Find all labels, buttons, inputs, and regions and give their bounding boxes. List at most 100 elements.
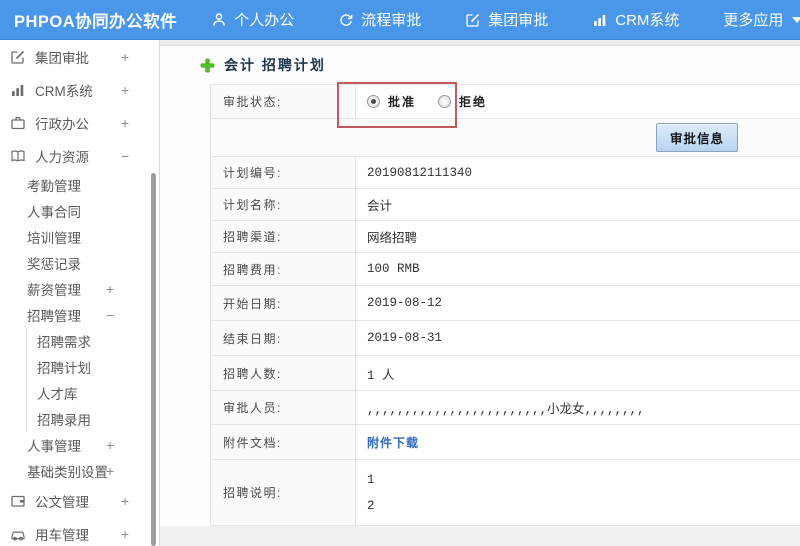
row-recruitment-channel: 招聘渠道: 网络招聘	[210, 220, 800, 253]
sidebar-item-recruitment-demand[interactable]: 招聘需求	[0, 328, 159, 354]
collapse-toggle[interactable]: −	[106, 307, 114, 323]
sidebar-item-label: 行政办公	[35, 116, 89, 132]
sidebar-item-document-mgmt[interactable]: 公文管理 +	[0, 484, 159, 517]
sidebar-item-recruitment-plan[interactable]: 招聘计划	[0, 354, 159, 380]
row-attachment: 附件文档: 附件下载	[210, 424, 800, 460]
field-value: 20190812111340	[355, 156, 800, 189]
radio-reject[interactable]: 拒绝	[438, 93, 487, 110]
sidebar-item-label: CRM系统	[35, 83, 93, 99]
app-header: PHPOA协同办公软件 个人办公 流程审批 集团审批 CRM系统 更多应用	[0, 0, 800, 40]
row-approvers: 审批人员: ,,,,,,,,,,,,,,,,,,,,,,,,小龙女,,,,,,,…	[210, 390, 800, 425]
nav-more-apps[interactable]: 更多应用	[723, 9, 800, 30]
sidebar-item-label: 薪资管理	[27, 283, 81, 298]
sidebar-item-label: 人才库	[37, 387, 78, 402]
sidebar-item-vehicle-mgmt[interactable]: 用车管理 +	[0, 517, 159, 546]
field-label: 审批状态:	[210, 84, 356, 119]
sidebar-item-talent-pool[interactable]: 人才库	[0, 380, 159, 406]
expand-toggle[interactable]: +	[106, 281, 114, 297]
app-logo: PHPOA协同办公软件	[14, 12, 178, 31]
sidebar-item-recruitment-mgmt[interactable]: 招聘管理 −	[0, 302, 159, 328]
sidebar-item-reward-punishment[interactable]: 奖惩记录	[0, 250, 159, 276]
field-label: 招聘费用:	[210, 252, 356, 286]
nav-crm-system[interactable]: CRM系统	[592, 9, 679, 30]
plus-icon[interactable]	[200, 58, 215, 73]
field-value: 网络招聘	[355, 220, 800, 253]
collapse-toggle[interactable]: −	[121, 148, 129, 164]
field-value: 会计	[355, 188, 800, 221]
briefcase-icon	[10, 115, 26, 131]
attachment-download-link[interactable]: 附件下载	[367, 436, 419, 450]
sidebar-item-label: 奖惩记录	[27, 257, 81, 272]
field-value: ,,,,,,,,,,,,,,,,,,,,,,,,小龙女,,,,,,,,	[355, 390, 800, 425]
radio-label: 拒绝	[459, 95, 488, 109]
row-recruitment-description: 招聘说明: 1 2	[210, 459, 800, 526]
sidebar-item-attendance-mgmt[interactable]: 考勤管理	[0, 172, 159, 198]
field-value: 2019-08-12	[355, 285, 800, 321]
user-icon	[211, 12, 227, 28]
field-label: 招聘人数:	[210, 355, 356, 391]
field-value: 2019-08-31	[355, 320, 800, 356]
field-label: 招聘说明:	[210, 459, 356, 526]
expand-toggle[interactable]: +	[121, 49, 129, 65]
sidebar-item-label: 人力资源	[35, 149, 89, 165]
radio-button-selected-icon[interactable]	[367, 95, 380, 108]
nav-label: 个人办公	[234, 12, 295, 29]
description-line: 1	[367, 472, 375, 487]
edit-icon	[10, 49, 26, 65]
nav-label: CRM系统	[615, 12, 680, 29]
expand-toggle[interactable]: +	[121, 493, 129, 509]
sidebar-item-label: 用车管理	[35, 527, 89, 543]
field-label: 审批人员:	[210, 390, 356, 425]
sidebar-item-group-approval[interactable]: 集团审批 +	[0, 40, 159, 73]
row-plan-number: 计划编号: 20190812111340	[210, 156, 800, 189]
sidebar-item-crm-system[interactable]: CRM系统 +	[0, 73, 159, 106]
sidebar-item-personnel-mgmt[interactable]: 人事管理 +	[0, 432, 159, 458]
sidebar-item-label: 公文管理	[35, 494, 89, 510]
caret-down-icon	[792, 16, 800, 23]
approval-status-radio-group: 批准 拒绝	[367, 93, 800, 110]
main-content: 会计 招聘计划 审批状态: 批准 拒绝 审批信息 计划编号: 201908121…	[160, 40, 800, 546]
sidebar-scrollbar-thumb[interactable]	[151, 173, 156, 546]
edit-icon	[465, 12, 481, 28]
nav-group-approval[interactable]: 集团审批	[465, 9, 548, 30]
sidebar: 集团审批 + CRM系统 + 行政办公 + 人力资源 − 考勤管理 人事合同 培…	[0, 40, 160, 546]
expand-toggle[interactable]: +	[106, 437, 114, 453]
sidebar-item-label: 考勤管理	[27, 179, 81, 194]
sidebar-item-base-category-settings[interactable]: 基础类别设置 +	[0, 458, 159, 484]
field-label: 招聘渠道:	[210, 220, 356, 253]
expand-toggle[interactable]: +	[121, 526, 129, 542]
content-footer-strip	[160, 526, 800, 546]
field-value-multiline: 1 2	[367, 467, 800, 519]
nav-process-approval[interactable]: 流程审批	[338, 9, 421, 30]
row-approval-button: 审批信息	[210, 118, 800, 157]
page-title: 会计 招聘计划	[224, 57, 326, 73]
sidebar-item-label: 基础类别设置	[27, 465, 108, 480]
sidebar-item-training-mgmt[interactable]: 培训管理	[0, 224, 159, 250]
sidebar-item-label: 招聘计划	[37, 361, 91, 376]
expand-toggle[interactable]: +	[106, 463, 114, 479]
sidebar-item-admin-office[interactable]: 行政办公 +	[0, 106, 159, 139]
page-title-row: 会计 招聘计划	[160, 46, 800, 84]
row-headcount: 招聘人数: 1 人	[210, 355, 800, 391]
expand-toggle[interactable]: +	[121, 115, 129, 131]
sidebar-item-salary-mgmt[interactable]: 薪资管理 +	[0, 276, 159, 302]
book-icon	[10, 148, 26, 164]
approval-info-button[interactable]: 审批信息	[655, 123, 738, 152]
sidebar-item-label: 招聘录用	[37, 413, 91, 428]
bar-chart-icon	[592, 12, 608, 28]
sidebar-item-hr-contract[interactable]: 人事合同	[0, 198, 159, 224]
bar-chart-icon	[10, 82, 26, 98]
car-icon	[10, 526, 26, 542]
sidebar-item-label: 人事管理	[27, 439, 81, 454]
sidebar-item-label: 招聘管理	[27, 309, 81, 324]
sidebar-item-label: 培训管理	[27, 231, 81, 246]
radio-approve[interactable]: 批准	[367, 93, 416, 110]
radio-button-icon[interactable]	[438, 95, 452, 108]
expand-toggle[interactable]: +	[121, 82, 129, 98]
sidebar-item-label: 人事合同	[27, 205, 81, 220]
sidebar-item-recruitment-hiring[interactable]: 招聘录用	[0, 406, 159, 432]
top-nav: 个人办公 流程审批 集团审批 CRM系统 更多应用	[211, 9, 800, 30]
sidebar-item-human-resources[interactable]: 人力资源 −	[0, 139, 159, 172]
row-recruitment-cost: 招聘费用: 100 RMB	[210, 252, 800, 286]
nav-personal-office[interactable]: 个人办公	[211, 9, 294, 30]
